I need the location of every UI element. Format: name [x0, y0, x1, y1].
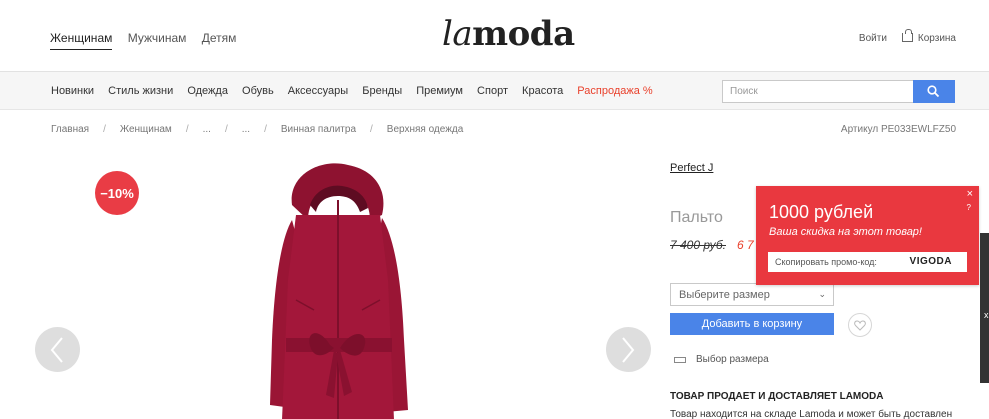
side-widget[interactable] [980, 233, 989, 383]
favorite-button[interactable] [848, 313, 872, 337]
discount-badge: −10% [95, 171, 139, 215]
delivery-text: Товар находится на складе Lamoda и может… [670, 409, 953, 419]
size-guide-link[interactable]: Выбор размера [674, 354, 769, 365]
gallery-next-button[interactable] [606, 327, 651, 372]
chevron-right-icon [622, 337, 635, 363]
size-select[interactable]: Выберите размер ⌄ [670, 283, 834, 306]
promo-code-box[interactable]: Скопировать промо-код: VIGODA [768, 252, 967, 272]
breadcrumb: Главная / Женщинам /... /... / Винная палитра /… [51, 124, 464, 135]
breadcrumb-item[interactable]: Женщинам [120, 124, 172, 135]
search-placeholder: Поиск [730, 86, 758, 97]
promo-subtitle: Ваша скидка на этот товар! [769, 226, 922, 238]
search-input[interactable]: Поиск [722, 80, 955, 103]
tab-men[interactable]: Мужчинам [128, 31, 187, 45]
delivery-heading: ТОВАР ПРОДАЕТ И ДОСТАВЛЯЕТ LAMODA [670, 391, 884, 402]
breadcrumb-item[interactable]: Главная [51, 124, 89, 135]
breadcrumb-item[interactable]: Винная палитра [281, 124, 356, 135]
nav-item-accessories[interactable]: Аксессуары [288, 85, 348, 97]
lamoda-logo[interactable]: lamoda [442, 14, 575, 54]
nav-items: Новинки Стиль жизни Одежда Обувь Аксессу… [51, 85, 664, 97]
search-icon [927, 85, 940, 98]
heart-icon [854, 319, 866, 331]
nav-item-brands[interactable]: Бренды [362, 85, 402, 97]
tab-women[interactable]: Женщинам [50, 31, 113, 50]
chevron-down-icon: ⌄ [818, 289, 826, 299]
side-widget-close-icon[interactable]: x [984, 310, 989, 320]
size-guide-label: Выбор размера [696, 354, 769, 365]
product-image[interactable] [230, 160, 460, 419]
nav-item-premium[interactable]: Премиум [416, 85, 463, 97]
close-icon[interactable]: × [967, 188, 973, 200]
product-title: Пальто [670, 209, 723, 226]
nav-item-beauty[interactable]: Красота [522, 85, 563, 97]
nav-item-shoes[interactable]: Обувь [242, 85, 274, 97]
page: Женщинам Мужчинам Детям lamoda Войти Кор… [0, 0, 989, 419]
promo-popup: × ? 1000 рублей Ваша скидка на этот това… [756, 186, 979, 285]
help-icon[interactable]: ? [967, 203, 971, 212]
cart-link[interactable]: Корзина [918, 33, 956, 44]
brand-link[interactable]: Perfect J [670, 162, 713, 174]
gallery-prev-button[interactable] [35, 327, 80, 372]
login-link[interactable]: Войти [859, 33, 887, 44]
search-button[interactable] [913, 80, 955, 103]
promo-code[interactable]: VIGODA [910, 256, 952, 267]
breadcrumb-item[interactable]: Верхняя одежда [387, 124, 464, 135]
nav-item-lifestyle[interactable]: Стиль жизни [108, 85, 173, 97]
size-select-value: Выберите размер [679, 289, 770, 301]
promo-code-label: Скопировать промо-код: [775, 257, 877, 267]
chevron-left-icon [50, 337, 63, 363]
product-sku: Артикул PE033EWLFZ50 [840, 124, 956, 135]
top-header: Женщинам Мужчинам Детям lamoda Войти Кор… [0, 0, 989, 72]
new-price: 6 7 [737, 238, 754, 252]
user-menu: Войти Корзина [859, 29, 956, 44]
breadcrumb-item[interactable]: ... [203, 124, 211, 135]
promo-amount: 1000 рублей [769, 202, 874, 222]
tab-kids[interactable]: Детям [202, 31, 237, 45]
ruler-icon [674, 356, 686, 363]
nav-item-clothes[interactable]: Одежда [187, 85, 228, 97]
cart-icon[interactable] [901, 29, 913, 42]
gender-tabs: Женщинам Мужчинам Детям [50, 31, 248, 50]
nav-item-sale[interactable]: Распродажа % [577, 85, 652, 97]
add-to-cart-button[interactable]: Добавить в корзину [670, 313, 834, 335]
breadcrumb-item[interactable]: ... [242, 124, 250, 135]
nav-item-sport[interactable]: Спорт [477, 85, 508, 97]
old-price: 7 400 руб. [670, 238, 726, 252]
nav-item-new[interactable]: Новинки [51, 85, 94, 97]
